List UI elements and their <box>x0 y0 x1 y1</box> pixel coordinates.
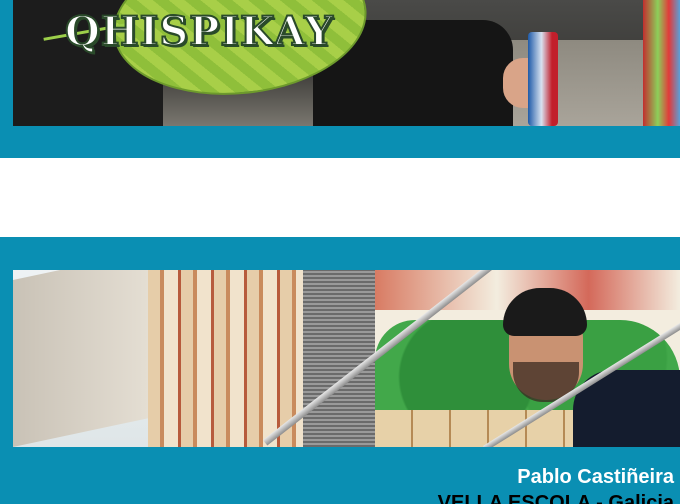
qhispikay-logo: QHISPIKAY <box>64 7 334 56</box>
artist-caption: Pablo Castiñeira VELLA ESCOLA - Galicia <box>438 464 674 504</box>
ornamental-mural <box>148 270 308 447</box>
artist-location: VELLA ESCOLA - Galicia <box>437 492 674 504</box>
bottom-banner-photo[interactable] <box>13 270 680 447</box>
spray-can-image <box>528 32 558 126</box>
artist-name: Pablo Castiñeira <box>517 466 674 488</box>
top-banner-photo[interactable]: QHISPIKAY <box>13 0 680 126</box>
page: QHISPIKAY Pablo Castiñeira VELLA ESCOLA … <box>0 0 680 504</box>
